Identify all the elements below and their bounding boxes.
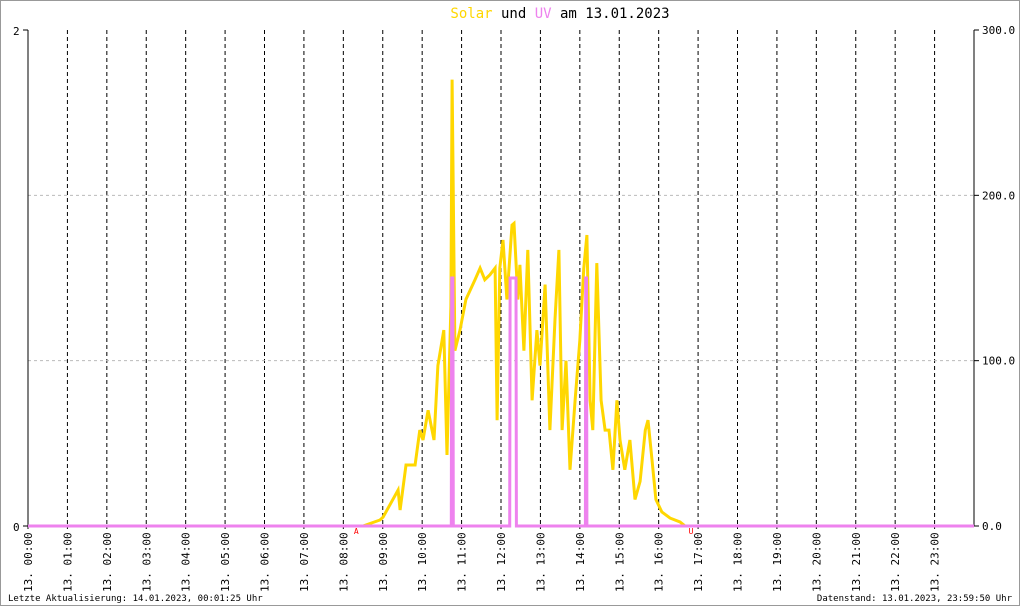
x-tick-label: 13. 11:00	[456, 532, 469, 592]
left-axis-tick-label: 0	[13, 521, 20, 534]
title-date: am 13.01.2023	[552, 6, 670, 22]
title-uv: UV	[535, 6, 552, 22]
x-tick-label: 13. 07:00	[298, 532, 311, 592]
marker-a: A	[354, 527, 359, 536]
x-tick-label: 13. 09:00	[377, 532, 390, 592]
x-tick-label: 13. 22:00	[889, 532, 902, 592]
chart-title: Solar und UV am 13.01.2023	[450, 6, 669, 22]
x-tick-label: 13. 15:00	[613, 532, 626, 592]
data-state-text: Datenstand: 13.01.2023, 23:59:50 Uhr	[817, 594, 1013, 604]
x-tick-label: 13. 18:00	[732, 532, 745, 592]
title-und: und	[493, 6, 535, 22]
right-axis-tick-label: 300.0	[982, 24, 1015, 37]
x-tick-label: 13. 17:00	[692, 532, 705, 592]
title-solar: Solar	[450, 6, 492, 22]
right-axis-tick-label: 0.0	[982, 520, 1002, 533]
x-tick-label: 13. 12:00	[495, 532, 508, 592]
x-tick-label: 13. 03:00	[140, 532, 153, 592]
last-update-text: Letzte Aktualisierung: 14.01.2023, 00:01…	[8, 594, 263, 604]
solar-uv-chart: Solar und UV am 13.01.2023 0.0 100.0 200.0…	[0, 0, 1020, 606]
x-tick-label: 13. 04:00	[180, 532, 193, 592]
x-tick-label: 13. 23:00	[929, 532, 942, 592]
left-axis-tick-label: 2	[13, 25, 20, 38]
x-tick-label: 13. 20:00	[810, 532, 823, 592]
x-tick-label: 13. 19:00	[771, 532, 784, 592]
x-tick-label: 13. 21:00	[850, 532, 863, 592]
right-axis-tick-label: 100.0	[982, 355, 1015, 368]
x-tick-label: 13. 06:00	[259, 532, 272, 592]
right-axis-tick-label: 200.0	[982, 189, 1015, 202]
x-tick-label: 13. 13:00	[534, 532, 547, 592]
x-tick-label: 13. 00:00	[22, 532, 35, 592]
x-tick-label: 13. 10:00	[416, 532, 429, 592]
x-tick-label: 13. 16:00	[653, 532, 666, 592]
x-tick-label: 13. 05:00	[219, 532, 232, 592]
x-tick-label: 13. 01:00	[61, 532, 74, 592]
x-tick-label: 13. 08:00	[337, 532, 350, 592]
x-tick-label: 13. 14:00	[574, 532, 587, 592]
x-tick-label: 13. 02:00	[101, 532, 114, 592]
